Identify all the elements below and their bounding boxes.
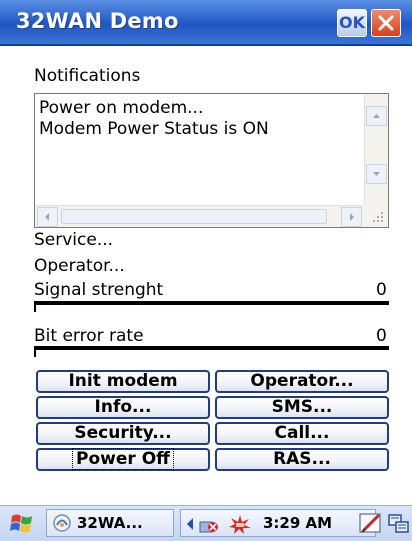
call-button[interactable]: Call... <box>215 422 389 445</box>
notification-line: Power on modem... <box>39 98 204 118</box>
horizontal-scrollbar[interactable] <box>35 205 365 227</box>
bit-error-rate-value: 0 <box>376 326 387 346</box>
security-button[interactable]: Security... <box>36 422 210 445</box>
call-button-label: Call... <box>274 423 330 443</box>
keyboard-icon[interactable] <box>388 512 410 536</box>
taskbar-app-label: 32WA... <box>77 514 143 532</box>
operator-label: Operator... <box>34 256 125 276</box>
ras-button[interactable]: RAS... <box>215 448 389 471</box>
notification-line: Modem Power Status is ON <box>39 119 269 139</box>
bit-error-rate-label: Bit error rate <box>34 326 144 346</box>
taskbar-app-button[interactable]: 32WA... <box>46 509 174 537</box>
modem-icon[interactable] <box>227 513 253 535</box>
operator-button-label: Operator... <box>250 371 354 391</box>
notifications-text: Power on modem... Modem Power Status is … <box>39 98 269 140</box>
close-button[interactable] <box>371 9 401 37</box>
system-tray: 3:29 AM <box>180 509 376 537</box>
signal-strength-label: Signal strenght <box>34 280 164 300</box>
horizontal-scroll-thumb[interactable] <box>61 209 327 224</box>
init-modem-button[interactable]: Init modem <box>36 370 210 393</box>
sms-button[interactable]: SMS... <box>215 396 389 419</box>
info-button-label: Info... <box>94 397 152 417</box>
notifications-listbox[interactable]: Power on modem... Modem Power Status is … <box>34 93 389 228</box>
scroll-left-button[interactable] <box>37 207 58 227</box>
pen-input-icon[interactable] <box>358 511 384 537</box>
device-screen: 32WAN Demo OK Notifications Power on mod… <box>0 0 412 541</box>
info-button[interactable]: Info... <box>36 396 210 419</box>
service-label: Service... <box>34 230 114 250</box>
init-modem-button-label: Init modem <box>68 371 178 391</box>
power-off-button-label: Power Off <box>72 448 174 470</box>
ras-button-label: RAS... <box>273 449 331 469</box>
power-off-button[interactable]: Power Off <box>36 448 210 471</box>
arrow-right-icon <box>350 213 354 221</box>
title-bar: 32WAN Demo OK <box>0 0 412 46</box>
signal-strength-value: 0 <box>376 280 387 300</box>
back-arrow-icon[interactable] <box>185 517 195 531</box>
start-flag-icon[interactable] <box>8 510 36 538</box>
arrow-left-icon <box>45 213 49 221</box>
size-grip-icon <box>364 205 388 227</box>
right-edge <box>400 46 412 505</box>
notifications-label: Notifications <box>34 66 141 86</box>
scroll-down-button[interactable] <box>366 164 387 184</box>
signal-strength-bar <box>34 303 389 312</box>
app-icon <box>53 514 71 532</box>
scroll-up-button[interactable] <box>366 106 387 126</box>
bit-error-rate-bar <box>34 348 389 357</box>
close-icon <box>378 15 394 31</box>
scroll-right-button[interactable] <box>341 207 362 227</box>
taskbar: 32WA... 3:29 AM <box>0 505 412 541</box>
network-icon[interactable] <box>197 513 221 535</box>
clock[interactable]: 3:29 AM <box>263 514 332 532</box>
operator-button[interactable]: Operator... <box>215 370 389 393</box>
window-title: 32WAN Demo <box>16 9 179 33</box>
vertical-scrollbar[interactable] <box>364 94 388 206</box>
arrow-up-icon <box>373 114 380 118</box>
arrow-down-icon <box>373 172 380 176</box>
ok-button[interactable]: OK <box>337 9 367 37</box>
security-button-label: Security... <box>74 423 172 443</box>
sms-button-label: SMS... <box>271 397 333 417</box>
